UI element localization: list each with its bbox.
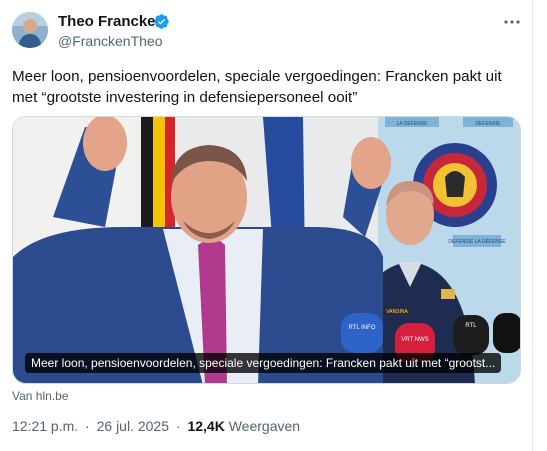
more-options-icon[interactable]: [500, 12, 524, 32]
banner-text-2: DEFENSIE: [475, 121, 501, 127]
views-count[interactable]: 12,4K: [187, 418, 224, 434]
tweet-date[interactable]: 26 jul. 2025: [97, 418, 169, 434]
banner-text-1: LA DÉFENSE: [397, 120, 429, 127]
meta-separator-2: ·: [175, 418, 181, 434]
link-source[interactable]: Van hln.be: [12, 389, 69, 403]
views-label[interactable]: Weergaven: [229, 418, 300, 434]
author-avatar[interactable]: [12, 12, 48, 48]
tweet-post[interactable]: Theo Francken @FranckenTheo Meer loon, p…: [0, 0, 533, 451]
author-handle[interactable]: @FranckenTheo: [58, 33, 162, 49]
banner-text-3: DEFENSIE LA DÉFENSE: [448, 238, 506, 245]
news-photo: LA DÉFENSE DEFENSIE DEFENSIE LA DÉFENSE …: [13, 117, 520, 383]
verified-badge-icon: [154, 14, 169, 29]
link-card-media[interactable]: LA DÉFENSE DEFENSIE DEFENSIE LA DÉFENSE …: [12, 116, 521, 384]
tweet-text: Meer loon, pensioenvoordelen, speciale v…: [12, 68, 502, 106]
meta-separator: ·: [85, 418, 90, 434]
tweet-time[interactable]: 12:21 p.m.: [12, 418, 78, 434]
mic-label-2: VRT NWS: [401, 337, 428, 343]
officer-name-tag: VANSINA: [386, 309, 408, 315]
mic-label-3: RTL: [465, 323, 477, 329]
media-caption: Meer loon, pensioenvoordelen, speciale v…: [25, 353, 502, 373]
mic-label-1: RTL INFO: [348, 325, 375, 331]
tweet-meta: 12:21 p.m. · 26 jul. 2025 · 12,4K Weerga…: [12, 418, 300, 434]
author-name[interactable]: Theo Francken: [58, 13, 165, 30]
